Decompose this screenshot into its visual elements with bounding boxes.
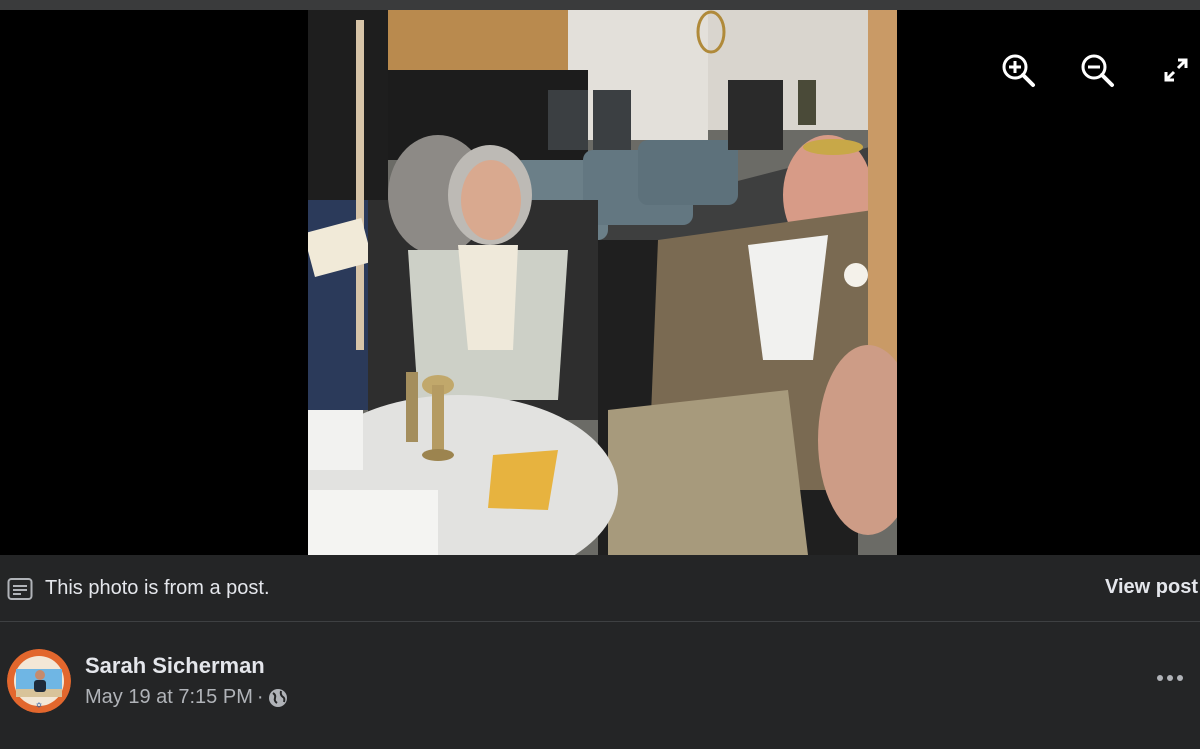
avatar[interactable]: ✡ [7, 649, 71, 713]
svg-text:✡: ✡ [36, 701, 43, 710]
view-post-link[interactable]: View post [1105, 576, 1198, 599]
fullscreen-icon [1164, 58, 1188, 82]
photo-viewer [0, 10, 1200, 555]
post-notice-text: This photo is from a post. [45, 577, 270, 599]
top-bar [0, 0, 1200, 10]
post-icon [7, 578, 33, 600]
globe-icon [268, 688, 287, 707]
post-author[interactable]: Sarah Sicherman [85, 653, 265, 679]
zoom-in-button[interactable] [998, 50, 1038, 90]
post-notice: This photo is from a post. View post [0, 555, 1200, 622]
post-meta: May 19 at 7:15 PM · [85, 686, 288, 709]
post-timestamp[interactable]: May 19 at 7:15 PM [85, 686, 253, 709]
zoom-out-button[interactable] [1077, 50, 1117, 90]
meta-separator: · [256, 686, 264, 708]
more-options-button[interactable] [1152, 667, 1188, 689]
zoom-out-icon [1081, 54, 1114, 87]
post-photo[interactable] [308, 10, 897, 555]
more-options-icon [1157, 675, 1163, 681]
fullscreen-button[interactable] [1156, 50, 1196, 90]
post-info-panel: This photo is from a post. View post ✡ S… [0, 555, 1200, 749]
zoom-in-icon [1002, 54, 1035, 87]
